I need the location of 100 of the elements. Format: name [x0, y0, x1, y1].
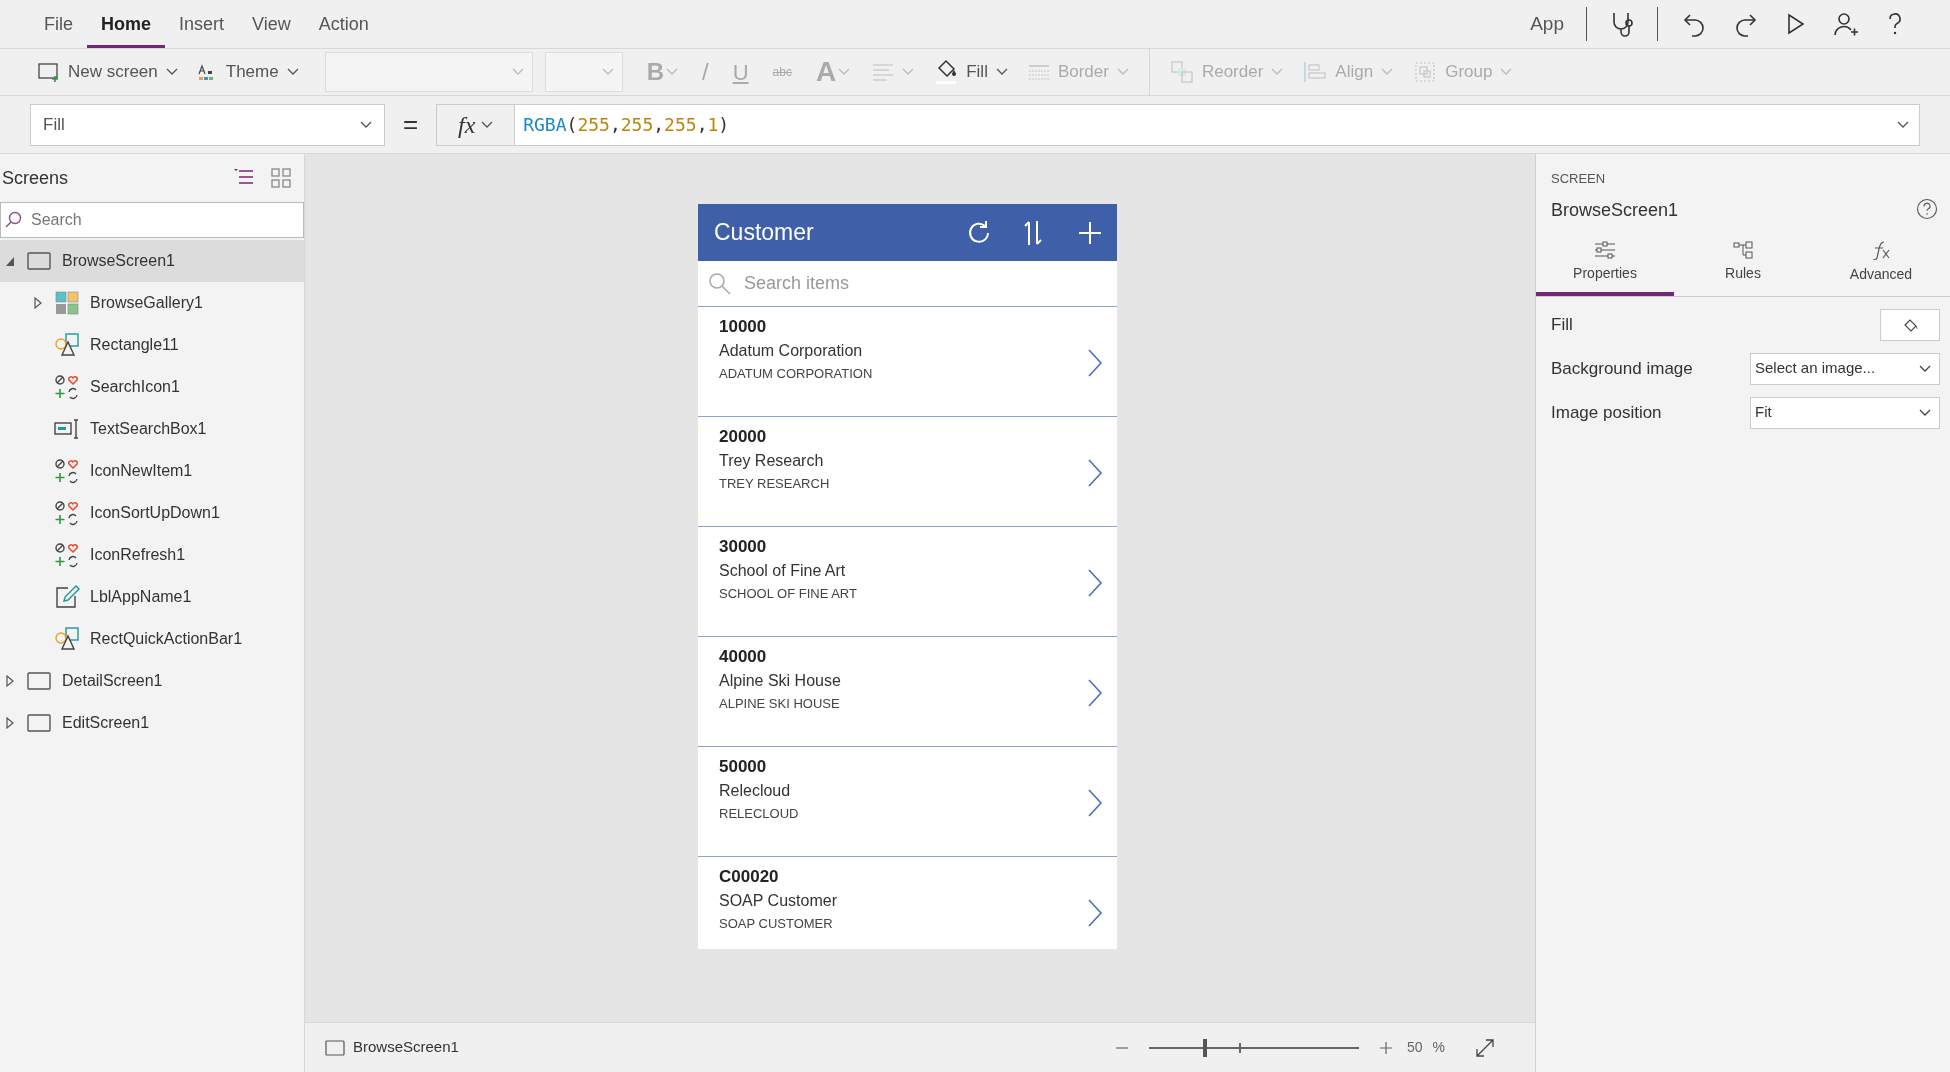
gallery-row[interactable]: 30000 School of Fine Art SCHOOL OF FINE ART [698, 527, 1117, 637]
chevron-down-icon [902, 68, 915, 76]
record-id: 40000 [719, 646, 768, 668]
tree-item[interactable]: IconRefresh1 [0, 534, 304, 576]
shapes-icon [54, 626, 80, 652]
chevron-down-icon [511, 68, 524, 76]
zoom-value: 50 [1406, 1038, 1423, 1057]
fill-button[interactable]: Fill [924, 52, 1018, 92]
chevron-right-icon[interactable] [1087, 898, 1103, 928]
fx-button[interactable]: fx [437, 104, 516, 145]
align-left-icon [1303, 61, 1328, 83]
tree-item[interactable]: IconSortUpDown1 [0, 492, 304, 534]
property-dropdown[interactable]: Fit [1750, 396, 1940, 429]
panel-tab[interactable]: Rules [1674, 233, 1812, 296]
icons-icon [54, 458, 80, 484]
chevron-down-icon [1116, 68, 1129, 76]
flow-icon [1733, 241, 1753, 259]
add-user-icon[interactable] [1831, 10, 1859, 38]
grid-view-icon[interactable] [270, 167, 292, 189]
tree-item[interactable]: BrowseGallery1 [0, 282, 304, 324]
chevron-down-icon [1897, 120, 1909, 129]
property-label: Image position [1551, 401, 1663, 424]
tree-item[interactable]: Rectangle11 [0, 324, 304, 366]
chevron-down-icon [838, 68, 851, 76]
formula-bar[interactable]: fx RGBA(255,255,255,1) [436, 103, 1920, 146]
tree-item[interactable]: TextSearchBox1 [0, 408, 304, 450]
gallery-row[interactable]: C00020 SOAP Customer SOAP CUSTOMER [698, 857, 1117, 949]
selected-screen-name: BrowseScreen1 [1551, 198, 1680, 222]
chevron-down-icon [481, 120, 494, 129]
shapes-icon [54, 332, 80, 358]
sliders-icon [1594, 241, 1616, 259]
theme-button[interactable]: Theme [187, 52, 309, 92]
label-icon [54, 584, 80, 610]
menu-tab[interactable]: File [30, 0, 87, 48]
zoom-unit: % [1432, 1038, 1445, 1057]
app-button[interactable]: App [1520, 9, 1574, 39]
function-icon [1870, 240, 1892, 260]
icons-icon [54, 500, 80, 526]
record-id: 20000 [719, 426, 768, 448]
current-screen-name: BrowseScreen1 [353, 1037, 459, 1058]
property-dropdown[interactable]: Fill [30, 103, 385, 146]
record-name: School of Fine Art [719, 561, 847, 581]
slider-thumb[interactable] [1202, 1038, 1207, 1057]
record-subtitle: SOAP CUSTOMER [719, 915, 834, 933]
record-name: SOAP Customer [719, 891, 838, 911]
formula-text: RGBA(255,255,255,1) [522, 113, 731, 137]
chevron-right-icon[interactable] [1087, 678, 1103, 708]
tree-item[interactable]: IconNewItem1 [0, 450, 304, 492]
chevron-right-icon[interactable] [1087, 788, 1103, 818]
chevron-right-icon[interactable] [1087, 568, 1103, 598]
tree-item[interactable]: BrowseScreen1 [0, 240, 304, 282]
expand-caret-icon[interactable] [5, 675, 15, 687]
menu-tab[interactable]: View [238, 0, 305, 48]
new-screen-button[interactable]: New screen [28, 52, 188, 92]
icons-icon [54, 374, 80, 400]
expand-icon[interactable] [1475, 1037, 1495, 1058]
chevron-down-icon [995, 68, 1008, 76]
chevron-down-icon [286, 68, 299, 76]
sort-icon[interactable] [1023, 218, 1043, 247]
record-name: Adatum Corporation [719, 341, 864, 361]
color-picker-button[interactable] [1880, 308, 1940, 341]
search-field[interactable]: Search [0, 202, 304, 238]
collapse-caret-icon[interactable] [5, 255, 15, 267]
record-subtitle: SCHOOL OF FINE ART [719, 585, 858, 603]
record-name: Alpine Ski House [719, 671, 842, 691]
border-style-icon [1027, 64, 1050, 80]
search-icon [4, 211, 22, 229]
record-name: Trey Research [719, 451, 825, 471]
property-label: Background image [1551, 357, 1694, 380]
section-label: SCREEN [1551, 170, 1607, 188]
record-id: C00020 [719, 866, 780, 888]
panel-tab[interactable]: Advanced [1812, 233, 1950, 296]
tree-item[interactable]: EditScreen1 [0, 702, 304, 744]
new-screen-icon [38, 62, 60, 82]
gallery-row[interactable]: 10000 Adatum Corporation ADATUM CORPORATION [698, 307, 1117, 417]
chevron-right-icon[interactable] [1087, 458, 1103, 488]
record-id: 50000 [719, 756, 768, 778]
zoom-slider[interactable] [1148, 1037, 1359, 1058]
add-icon[interactable] [1077, 219, 1103, 246]
property-dropdown[interactable]: Select an image... [1750, 352, 1940, 385]
tree-item[interactable]: LblAppName1 [0, 576, 304, 618]
expand-caret-icon[interactable] [33, 297, 43, 309]
chevron-right-icon[interactable] [1087, 348, 1103, 378]
tree-item[interactable]: DetailScreen1 [0, 660, 304, 702]
help-icon[interactable] [1916, 198, 1938, 220]
chevron-down-icon [1381, 68, 1394, 76]
menu-tab[interactable]: Action [304, 0, 383, 48]
gallery-row[interactable]: 20000 Trey Research TREY RESEARCH [698, 417, 1117, 527]
record-subtitle: TREY RESEARCH [719, 475, 831, 493]
app-title: Customer [714, 218, 815, 248]
tree-item[interactable]: RectQuickActionBar1 [0, 618, 304, 660]
gallery-row[interactable]: 50000 Relecloud RELECLOUD [698, 747, 1117, 857]
menu-tab[interactable]: Insert [165, 0, 239, 48]
chevron-down-icon [666, 68, 679, 76]
gallery-row[interactable]: 40000 Alpine Ski House ALPINE SKI HOUSE [698, 637, 1117, 747]
chevron-down-icon [360, 120, 372, 129]
tree-item[interactable]: SearchIcon1 [0, 366, 304, 408]
expand-caret-icon[interactable] [5, 717, 15, 729]
panel-tab[interactable]: Properties [1536, 233, 1674, 296]
text-input-icon [54, 416, 80, 442]
